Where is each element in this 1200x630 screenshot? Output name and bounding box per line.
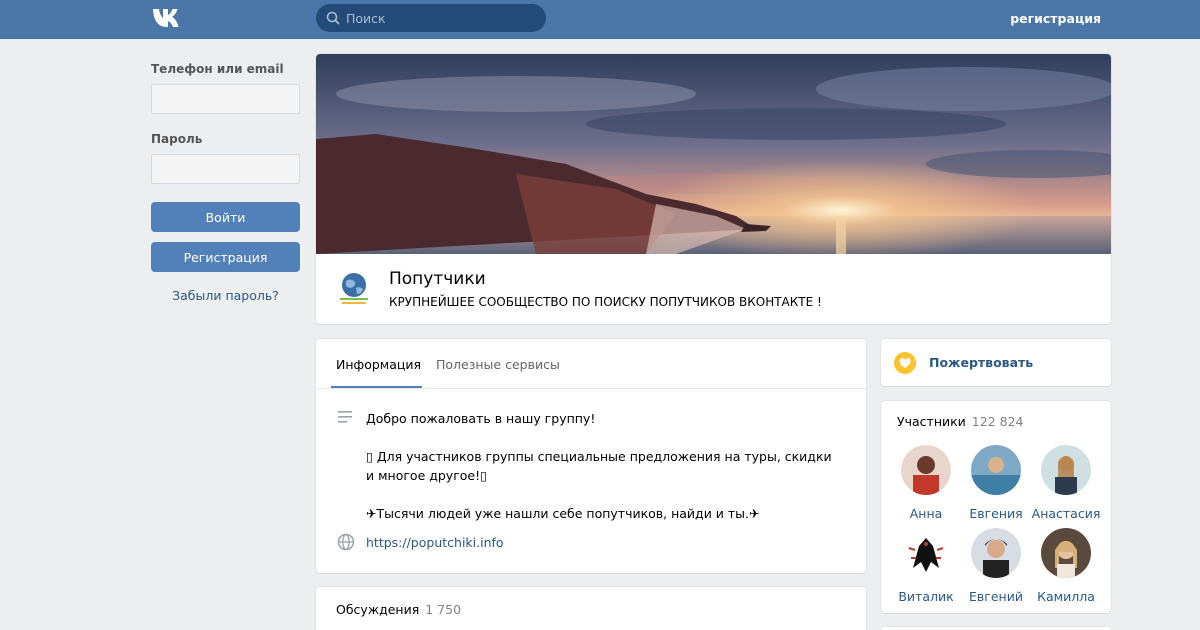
search-input[interactable] xyxy=(346,10,526,26)
members-title: Участники xyxy=(897,414,966,429)
globe-logo-icon xyxy=(332,266,376,310)
member-name: Евгения xyxy=(969,506,1023,521)
member-name: Виталик xyxy=(898,589,954,604)
donate-button[interactable]: Пожертвовать xyxy=(881,339,1111,386)
discussions-title: Обсуждения xyxy=(336,602,420,617)
phone-label: Телефон или email xyxy=(151,62,284,76)
member-avatar xyxy=(971,445,1021,495)
register-link[interactable]: регистрация xyxy=(1010,11,1101,26)
member-item[interactable]: Камилла xyxy=(1031,528,1101,604)
member-name: Евгений xyxy=(969,589,1023,604)
description-icon xyxy=(338,411,352,423)
vk-logo-icon[interactable] xyxy=(151,8,184,28)
group-description: Добро пожаловать в нашу группу! ▯ Для уч… xyxy=(366,411,832,521)
member-item[interactable]: Виталик xyxy=(891,528,961,604)
member-avatar xyxy=(901,445,951,495)
discussions-header[interactable]: Обсуждения 1 750 xyxy=(336,602,461,617)
members-card: Участники 122 824 Анна Евгения Анастасия … xyxy=(881,401,1111,613)
password-input[interactable] xyxy=(151,154,300,184)
member-name: Камилла xyxy=(1037,589,1095,604)
member-name: Анастасия xyxy=(1031,506,1101,521)
donate-label: Пожертвовать xyxy=(929,355,1034,370)
globe-icon xyxy=(337,533,355,551)
website-link[interactable]: https://poputchiki.info xyxy=(366,535,504,550)
top-bar: регистрация xyxy=(0,0,1200,39)
member-avatar xyxy=(971,528,1021,578)
tab-info[interactable]: Информация xyxy=(336,357,421,372)
member-avatar xyxy=(1041,445,1091,495)
member-item[interactable]: Евгений xyxy=(961,528,1031,604)
group-name: Попутчики xyxy=(389,269,486,289)
member-avatar xyxy=(1041,528,1091,578)
group-status: КРУПНЕЙШЕЕ СООБЩЕСТВО ПО ПОИСКУ ПОПУТЧИК… xyxy=(389,295,822,309)
login-form: Телефон или email Пароль Войти Регистрац… xyxy=(151,62,300,303)
cover-image xyxy=(316,54,1111,254)
info-tabs: Информация Полезные сервисы xyxy=(316,339,866,389)
member-avatar xyxy=(901,528,951,578)
register-button[interactable]: Регистрация xyxy=(151,242,300,272)
group-avatar[interactable] xyxy=(332,266,376,310)
group-header-card: Попутчики КРУПНЕЙШЕЕ СООБЩЕСТВО ПО ПОИСК… xyxy=(316,54,1111,324)
members-header[interactable]: Участники 122 824 xyxy=(897,414,1024,429)
info-card: Информация Полезные сервисы Добро пожало… xyxy=(316,339,866,573)
active-tab-indicator xyxy=(331,386,422,388)
search-icon xyxy=(326,11,340,25)
phone-input[interactable] xyxy=(151,84,300,114)
forgot-password-link[interactable]: Забыли пароль? xyxy=(151,288,300,303)
member-item[interactable]: Анастасия xyxy=(1031,445,1101,521)
members-count: 122 824 xyxy=(971,414,1024,429)
discussions-card: Обсуждения 1 750 xyxy=(316,587,866,630)
member-item[interactable]: Евгения xyxy=(961,445,1031,521)
password-label: Пароль xyxy=(151,132,203,146)
member-name: Анна xyxy=(909,506,943,521)
discussions-count: 1 750 xyxy=(425,602,462,617)
heart-icon xyxy=(894,352,916,374)
member-item[interactable]: Анна xyxy=(891,445,961,521)
search-box[interactable] xyxy=(316,4,546,32)
tab-services[interactable]: Полезные сервисы xyxy=(436,357,560,372)
login-button[interactable]: Войти xyxy=(151,202,300,232)
